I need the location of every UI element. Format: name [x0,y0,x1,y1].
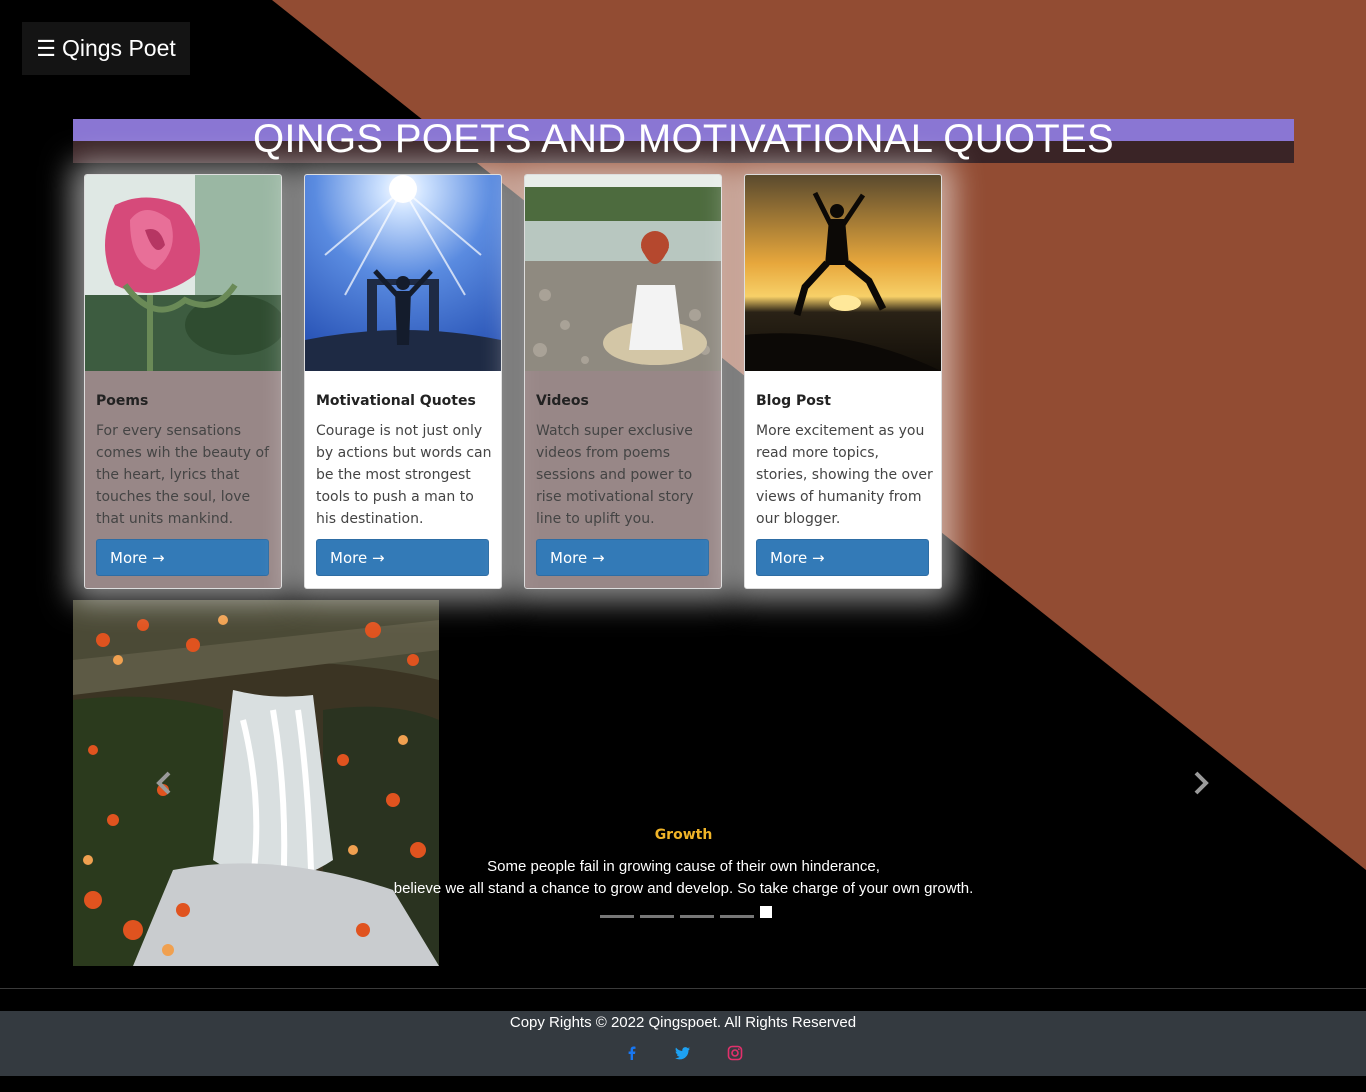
instagram-icon [727,1045,743,1061]
chevron-right-icon [1194,771,1209,795]
card-title: Poems [96,393,149,409]
card-image-sunburst [305,175,501,371]
chevron-left-icon [156,771,171,795]
card-title: Videos [536,393,589,409]
carousel-indicators [600,906,772,918]
brand-label: Qings Poet [61,35,176,61]
card-text: Watch super exclusive videos from poems … [536,423,694,527]
carousel-caption: Growth Some people fail in growing cause… [73,827,1294,900]
card-title: Blog Post [756,393,831,409]
card-text: More excitement as you read more topics,… [756,423,933,527]
title-banner: QINGS POETS AND MOTIVATIONAL QUOTES [73,117,1294,163]
twitter-icon [675,1047,690,1060]
card-image-meditation [525,175,721,371]
carousel-indicator-active[interactable] [760,906,772,918]
carousel-indicator[interactable] [720,915,754,918]
facebook-icon [628,1046,636,1060]
card-motivational-quotes: Motivational Quotes Courage is not just … [304,174,502,589]
carousel-indicator[interactable] [600,915,634,918]
carousel-indicator[interactable] [640,915,674,918]
caption-line-2: believe we all stand a chance to grow an… [393,880,974,897]
more-button-motivational-quotes[interactable]: More → [316,539,489,576]
card-title: Motivational Quotes [316,393,476,409]
card-videos: Videos Watch super exclusive videos from… [524,174,722,589]
carousel: Growth Some people fail in growing cause… [73,600,1294,966]
card-blog-post: Blog Post More excitement as you read mo… [744,174,942,589]
twitter-link[interactable] [673,1045,693,1063]
copyright-text: Copy Rights © 2022 Qingspoet. All Rights… [509,1014,857,1031]
more-button-videos[interactable]: More → [536,539,709,576]
nav-menu-button[interactable]: ☰ Qings Poet [22,22,190,75]
menu-icon: ☰ [36,35,56,61]
carousel-next-button[interactable] [1171,750,1231,816]
more-button-blog-post[interactable]: More → [756,539,929,576]
facebook-link[interactable] [622,1045,642,1063]
card-poems: Poems For every sensations comes wih the… [84,174,282,589]
caption-title: Growth [654,827,713,843]
carousel-indicator[interactable] [680,915,714,918]
carousel-prev-button[interactable] [133,750,193,816]
page-title: QINGS POETS AND MOTIVATIONAL QUOTES [253,117,1114,161]
card-text: Courage is not just only by actions but … [316,423,492,527]
footer: Copy Rights © 2022 Qingspoet. All Rights… [0,1011,1366,1076]
card-text: For every sensations comes wih the beaut… [96,423,270,527]
footer-divider [0,988,1366,989]
caption-line-1: Some people fail in growing cause of the… [487,858,880,875]
instagram-link[interactable] [725,1045,745,1063]
card-image-rose [85,175,281,371]
more-button-poems[interactable]: More → [96,539,269,576]
card-image-sunset-jump [745,175,941,371]
carousel-image-waterfall [73,600,439,966]
